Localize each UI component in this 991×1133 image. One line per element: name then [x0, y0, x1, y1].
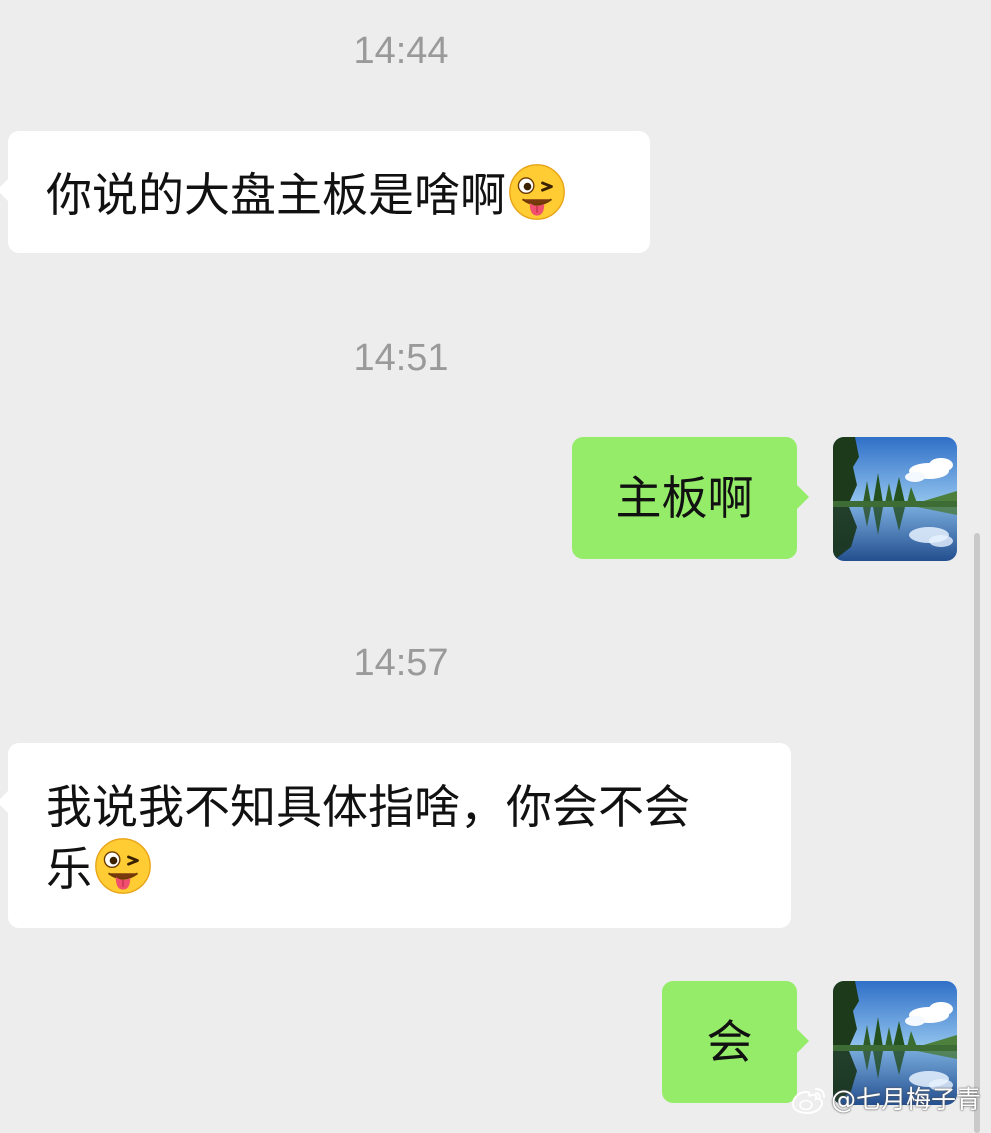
timestamp: 14:51 — [353, 337, 449, 379]
weibo-icon — [791, 1088, 825, 1114]
timestamp: 14:57 — [353, 642, 449, 684]
message-text: 会 — [706, 1015, 753, 1069]
message-text-line: 乐 — [46, 837, 791, 899]
wink-tongue-emoji-icon — [508, 163, 566, 221]
landscape-lake-avatar-icon — [833, 437, 957, 561]
timestamp: 14:44 — [353, 30, 449, 72]
message-bubble-outgoing[interactable]: 主板啊 — [572, 437, 809, 559]
wink-tongue-emoji-icon — [94, 837, 152, 895]
message-bubble-outgoing[interactable]: 会 — [662, 981, 809, 1103]
message-text: 你说的大盘主板是啥啊 — [46, 168, 506, 222]
avatar[interactable] — [833, 437, 957, 561]
scrollbar[interactable] — [974, 533, 980, 1133]
watermark-text: @七月梅子青 — [830, 1085, 981, 1114]
message-bubble-incoming[interactable]: 你说的大盘主板是啥啊 — [0, 131, 650, 253]
watermark: @七月梅子青 — [791, 1085, 981, 1115]
message-bubble-incoming[interactable]: 我说我不知具体指啥，你会不会 乐 — [0, 743, 791, 928]
message-text: 主板啊 — [615, 471, 754, 525]
message-text-line: 我说我不知具体指啥，你会不会 — [46, 780, 690, 834]
